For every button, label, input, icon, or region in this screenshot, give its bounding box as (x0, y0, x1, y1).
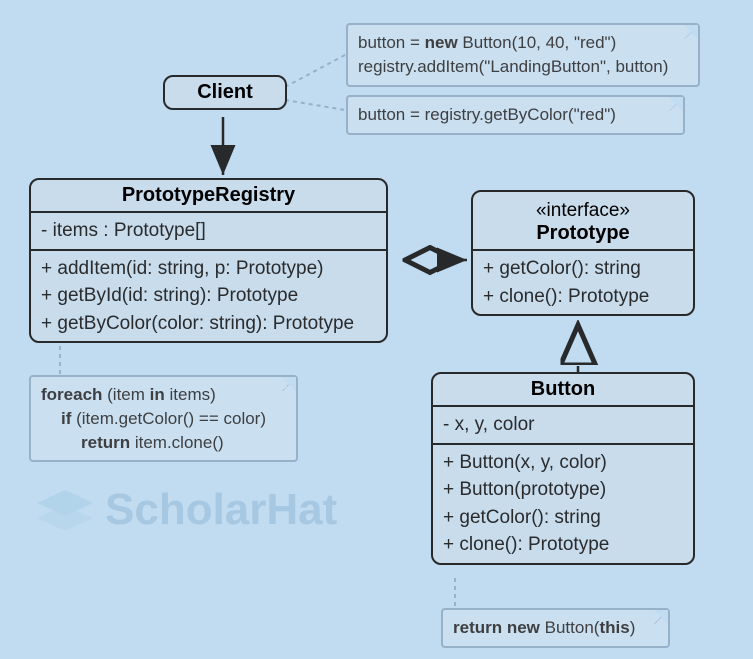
registry-ops: + addItem(id: string, p: Prototype) + ge… (31, 251, 386, 342)
client-title: Client (165, 77, 285, 108)
uml-class-client: Client (163, 75, 287, 110)
prototype-header: «interface» Prototype (473, 192, 693, 251)
uml-interface-prototype: «interface» Prototype + getColor(): stri… (471, 190, 695, 316)
note-client-getbycolor: button = registry.getByColor("red") (346, 95, 685, 135)
prototype-ops: + getColor(): string + clone(): Prototyp… (473, 251, 693, 314)
note-registry-foreach: foreach (item in items) if (item.getColo… (29, 375, 298, 462)
button-title: Button (433, 374, 693, 407)
registry-title: PrototypeRegistry (31, 180, 386, 213)
uml-class-button: Button - x, y, color + Button(x, y, colo… (431, 372, 695, 565)
button-attrs: - x, y, color (433, 407, 693, 445)
uml-class-prototyperegistry: PrototypeRegistry - items : Prototype[] … (29, 178, 388, 343)
registry-attrs: - items : Prototype[] (31, 213, 386, 251)
note-client-construct: button = new Button(10, 40, "red") regis… (346, 23, 700, 87)
watermark: ScholarHat (35, 485, 337, 535)
button-ops: + Button(x, y, color) + Button(prototype… (433, 445, 693, 563)
scholarhat-logo-icon (35, 485, 95, 535)
note-button-clone: return new Button(this) (441, 608, 670, 648)
